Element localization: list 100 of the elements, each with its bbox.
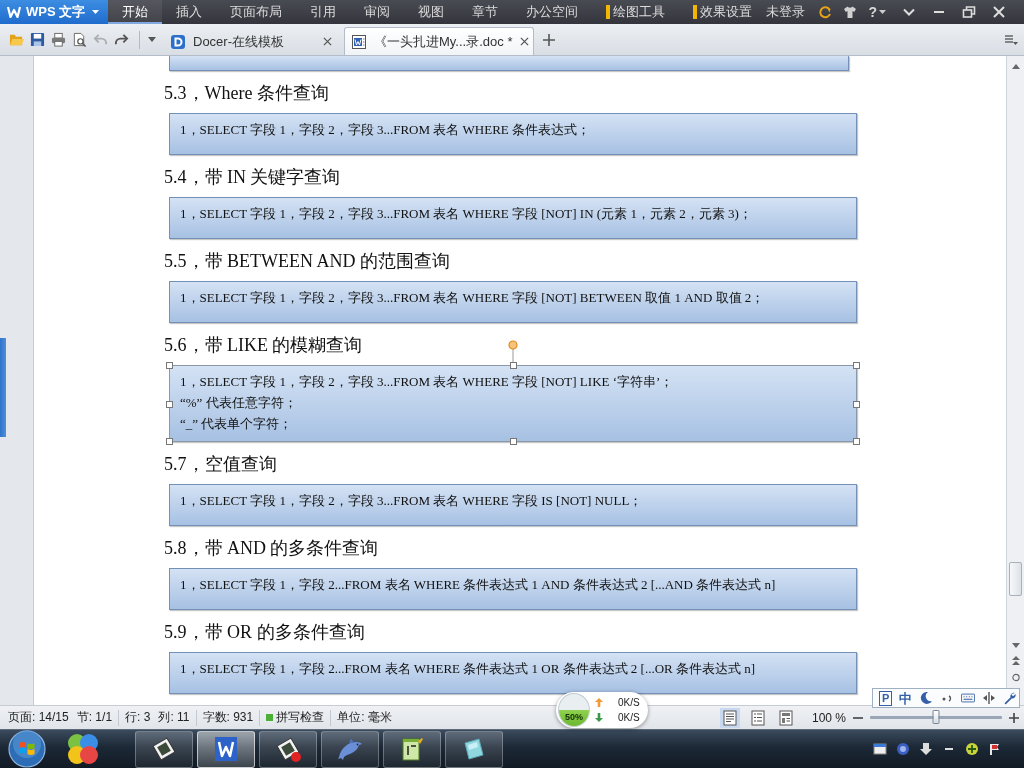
previous-page-icon[interactable] xyxy=(1011,656,1020,665)
print-preview-icon[interactable] xyxy=(72,32,87,47)
split-arrows-icon[interactable] xyxy=(982,691,997,705)
section-heading: 5.5，带 BETWEEN AND 的范围查询 xyxy=(164,250,450,273)
menu-tab[interactable]: 页面布局 xyxy=(216,0,297,24)
menu-tab[interactable]: 绘图工具 xyxy=(592,0,680,24)
close-icon[interactable] xyxy=(520,37,530,46)
speed-widget[interactable]: 50% 0K/S 0K/S xyxy=(556,692,648,728)
scroll-down-icon[interactable] xyxy=(1011,643,1020,648)
code-line: “%” 代表任意字符； xyxy=(180,394,297,412)
ime-logo[interactable]: P xyxy=(879,690,893,706)
circles-icon[interactable] xyxy=(66,732,100,766)
wrench-icon[interactable] xyxy=(1003,691,1018,705)
status-text: 节: 1/1 xyxy=(76,709,113,726)
menu-tab[interactable]: 办公空间 xyxy=(512,0,593,24)
menu-tab[interactable]: 审阅 xyxy=(350,0,405,24)
close-icon[interactable] xyxy=(323,37,332,46)
status-text: 行: 3 xyxy=(125,709,151,726)
taskbar-button[interactable] xyxy=(135,730,193,768)
w-logo-icon xyxy=(212,735,240,763)
start-button[interactable] xyxy=(8,730,46,768)
ime-mode-button[interactable]: 中 xyxy=(899,690,913,706)
status-text: 页面: 14/15 xyxy=(8,709,69,726)
code-line: 1，SELECT 字段 1，字段 2，字段 3...FROM 表名 WHERE 字段 [NOT] IN (元素 1，元素 2，元素 3)； xyxy=(180,205,752,223)
upload-arrow-icon xyxy=(595,698,603,707)
resize-handle[interactable] xyxy=(166,362,173,369)
code-line: “_” 代表单个字符； xyxy=(180,415,293,433)
resize-handle[interactable] xyxy=(166,438,173,445)
login-link[interactable]: 未登录 xyxy=(766,3,806,21)
arrow-down-icon[interactable] xyxy=(919,742,933,756)
menu-tab[interactable]: 插入 xyxy=(162,0,217,24)
resize-handle[interactable] xyxy=(853,400,860,408)
zoom-in-icon[interactable] xyxy=(1009,712,1019,723)
code-line: 1，SELECT 字段 1，字段 2...FROM 表名 WHERE 条件表达式 1 OR 条件表达式 2 [...OR 条件表达式 n] xyxy=(180,660,755,678)
menu-tab[interactable]: 视图 xyxy=(404,0,459,24)
status-text: 列: 11 xyxy=(158,709,190,726)
text-box[interactable]: 1，SELECT 字段 1，字段 2，字段 3...FROM 表名 WHERE 字段 [NOT] IN (元素 1，元素 2，元素 3)； xyxy=(169,197,857,239)
menu-tab[interactable]: 章节 xyxy=(458,0,513,24)
resize-handle[interactable] xyxy=(166,400,173,408)
taskbar-button[interactable] xyxy=(259,730,317,768)
zoom-level-text: 100 % xyxy=(811,710,846,725)
memory-reading: 50% xyxy=(565,712,583,722)
tab-list-icon[interactable] xyxy=(1004,33,1018,46)
section-heading: 5.6，带 LIKE 的模糊查询 xyxy=(164,334,363,357)
keyboard-icon[interactable] xyxy=(961,691,976,705)
menu-tab[interactable]: 效果设置 xyxy=(679,0,767,24)
code-line: 1，SELECT 字段 1，字段 2，字段 3...FROM 表名 WHERE 字段 IS [NOT] NULL； xyxy=(180,492,643,510)
circle-icon[interactable] xyxy=(896,742,910,756)
help-button[interactable]: ? xyxy=(868,4,886,20)
text-box[interactable]: 1，SELECT 字段 1，字段 2，字段 3...FROM 表名 WHERE 字段 IS [NOT] NULL； xyxy=(169,484,857,526)
browse-object-icon[interactable] xyxy=(1011,673,1020,682)
menu-tab[interactable]: 开始 xyxy=(108,0,163,24)
side-panel-handle[interactable] xyxy=(0,338,6,437)
document-tab[interactable]: Docer-在线模板 xyxy=(163,27,341,55)
status-text: 单位: 毫米 xyxy=(337,709,392,726)
dropdown-caret-icon[interactable] xyxy=(148,37,156,42)
flag-icon[interactable] xyxy=(988,742,1002,756)
section-heading: 5.9，带 OR 的多条件查询 xyxy=(164,621,365,644)
resize-handle[interactable] xyxy=(853,362,860,369)
resize-handle[interactable] xyxy=(853,438,860,445)
resize-handle[interactable] xyxy=(510,438,517,445)
page-view-icon[interactable] xyxy=(719,707,740,728)
document-icon xyxy=(352,34,366,49)
text-box[interactable]: 1，SELECT 字段 1，字段 2，字段 3...FROM 表名 WHERE 条件表达式； xyxy=(169,113,857,155)
scroll-thumb[interactable] xyxy=(1009,562,1022,596)
spell-check-button[interactable]: 拼写检查 xyxy=(266,709,325,726)
upload-speed-text: 0K/S xyxy=(618,696,640,709)
text-box[interactable]: 1，SELECT 字段 1，字段 2，字段 3...FROM 表名 WHERE 字段 [NOT] BETWEEN 取值 1 AND 取值 2； xyxy=(169,281,857,323)
taskbar-button[interactable] xyxy=(383,730,441,768)
document-tab[interactable]: 《一头扎进My...录.doc * xyxy=(344,27,534,55)
text-box[interactable]: 1，SELECT 字段 1，字段 2...FROM 表名 WHERE 条件表达式 1 OR 条件表达式 2 [...OR 条件表达式 n] xyxy=(169,652,857,694)
taskbar-button[interactable] xyxy=(445,730,503,768)
code-line: 1，SELECT 字段 1，字段 2...FROM 表名 WHERE 条件表达式 1 AND 条件表达式 2 [...AND 条件表达式 n] xyxy=(180,576,776,594)
section-heading: 5.4，带 IN 关键字查询 xyxy=(164,166,341,189)
shirt-icon[interactable] xyxy=(843,5,858,19)
text-box[interactable]: 1，SELECT 字段 1，字段 2...FROM 表名 WHERE 条件表达式 1 AND 条件表达式 2 [...AND 条件表达式 n] xyxy=(169,568,857,610)
scroll-up-icon[interactable] xyxy=(1011,64,1020,69)
code-line: 1，SELECT 字段 1，字段 2，字段 3...FROM 表名 WHERE 字段 [NOT] LIKE ‘字符串’； xyxy=(180,373,674,391)
section-heading: 5.7，空值查询 xyxy=(164,453,277,476)
w-logo-icon xyxy=(7,6,21,18)
restore-icon[interactable] xyxy=(962,5,976,19)
app-menu-button[interactable]: WPS 文字 xyxy=(0,0,109,24)
code-line: 1，SELECT 字段 1，字段 2，字段 3...FROM 表名 WHERE 条件表达式； xyxy=(180,121,590,139)
menu-tab[interactable]: 引用 xyxy=(296,0,351,24)
window-icon[interactable] xyxy=(873,742,887,756)
save-icon[interactable] xyxy=(30,32,45,47)
resize-handle[interactable] xyxy=(510,362,517,369)
plus-circle-icon[interactable] xyxy=(965,742,979,756)
section-heading: 5.3，Where 条件查询 xyxy=(164,82,329,105)
status-text: 字数: 931 xyxy=(202,709,254,726)
new-tab-icon[interactable] xyxy=(543,33,555,46)
tab-marker-icon xyxy=(606,5,611,19)
print-icon[interactable] xyxy=(51,32,66,47)
refresh-icon[interactable] xyxy=(818,5,833,19)
taskbar-button[interactable] xyxy=(197,730,255,768)
rotate-handle[interactable] xyxy=(508,340,518,362)
section-heading: 5.8，带 AND 的多条件查询 xyxy=(164,537,379,560)
slider-thumb[interactable] xyxy=(932,710,940,724)
redo-icon[interactable] xyxy=(114,32,129,47)
moon-icon[interactable] xyxy=(919,691,934,705)
